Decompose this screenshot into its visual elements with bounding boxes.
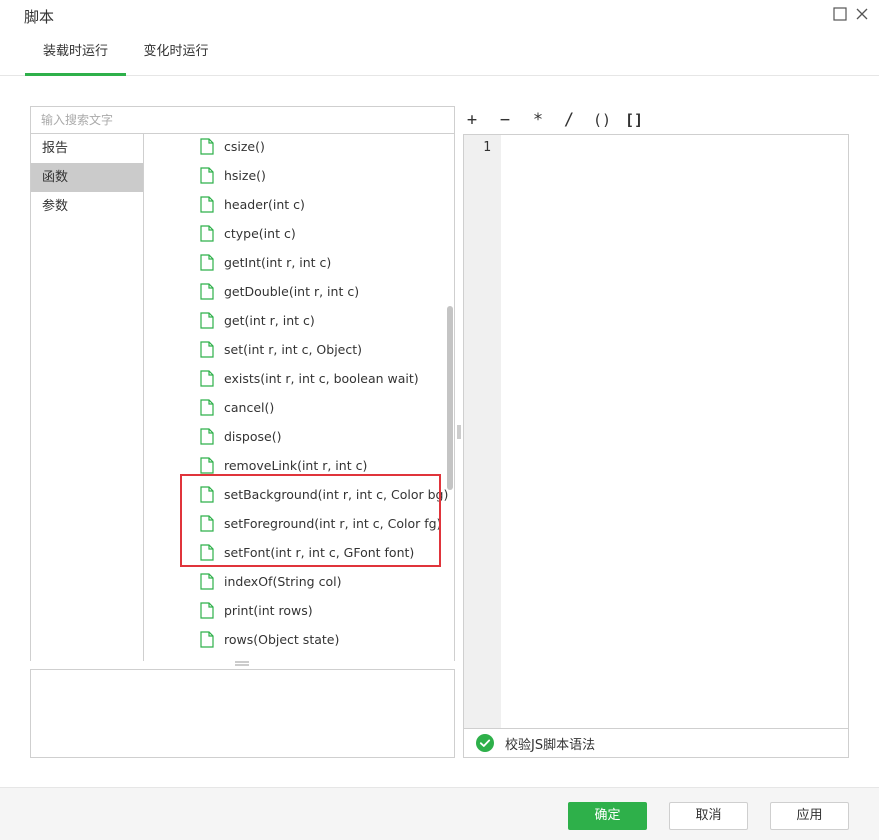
function-label: indexOf(String col): [224, 573, 342, 589]
file-icon: [200, 398, 214, 416]
function-label: csize(): [224, 138, 265, 154]
file-icon: [200, 282, 214, 300]
function-label: removeLink(int r, int c): [224, 457, 368, 473]
resize-handle-icon[interactable]: [234, 661, 250, 667]
file-icon: [200, 340, 214, 358]
function-label: header(int c): [224, 196, 305, 212]
operator-brackets[interactable]: []: [623, 111, 645, 129]
square-icon: [833, 7, 847, 21]
cancel-button[interactable]: 取消: [669, 802, 748, 830]
function-item[interactable]: rows(Object state): [200, 629, 339, 649]
file-icon: [200, 166, 214, 184]
footer: 确定 取消 应用: [0, 787, 879, 840]
line-number: 1: [483, 140, 491, 155]
script-editor[interactable]: 1: [463, 134, 849, 729]
title-bar: 脚本: [0, 0, 879, 34]
maximize-button[interactable]: [832, 6, 848, 22]
operator-toolbar: + − * / () []: [463, 108, 645, 132]
tab-on-change[interactable]: 变化时运行: [126, 34, 226, 76]
function-label: setFont(int r, int c, GFont font): [224, 544, 415, 560]
function-label: get(int r, int c): [224, 312, 315, 328]
tab-on-load[interactable]: 装载时运行: [25, 34, 126, 76]
function-label: dispose(): [224, 428, 282, 444]
apply-button[interactable]: 应用: [770, 802, 849, 830]
code-area[interactable]: [501, 135, 848, 728]
splitter-handle-icon[interactable]: [457, 425, 461, 439]
function-label: exists(int r, int c, boolean wait): [224, 370, 419, 386]
file-icon: [200, 369, 214, 387]
file-icon: [200, 253, 214, 271]
function-item[interactable]: hsize(): [200, 165, 266, 185]
function-item[interactable]: csize(): [200, 136, 265, 156]
scrollbar[interactable]: [445, 134, 454, 661]
check-circle-icon: [476, 734, 494, 752]
close-button[interactable]: [854, 6, 870, 22]
function-label: setForeground(int r, int c, Color fg): [224, 515, 442, 531]
search-input[interactable]: [30, 106, 455, 134]
function-list: csize() hsize() header(int c) ctype(int c) g…: [145, 134, 448, 661]
function-item[interactable]: indexOf(String col): [200, 571, 341, 591]
function-label: ctype(int c): [224, 225, 296, 241]
file-icon: [200, 601, 214, 619]
category-list: 报告 函数 参数: [31, 134, 144, 661]
function-label: getInt(int r, int c): [224, 254, 332, 270]
validate-syntax-button[interactable]: 校验JS脚本语法: [463, 729, 849, 758]
category-report[interactable]: 报告: [31, 134, 143, 163]
close-icon: [856, 8, 868, 20]
file-icon: [200, 572, 214, 590]
file-icon: [200, 514, 214, 532]
dialog-title: 脚本: [24, 8, 55, 26]
validate-label: 校验JS脚本语法: [505, 737, 596, 753]
file-icon: [200, 311, 214, 329]
function-item[interactable]: header(int c): [200, 194, 305, 214]
confirm-button[interactable]: 确定: [568, 802, 647, 830]
function-item[interactable]: print(int rows): [200, 600, 313, 620]
file-icon: [200, 427, 214, 445]
function-item[interactable]: exists(int r, int c, boolean wait): [200, 368, 419, 388]
function-item[interactable]: removeLink(int r, int c): [200, 455, 367, 475]
function-label: cancel(): [224, 399, 275, 415]
tab-bar: 装载时运行 变化时运行: [0, 34, 879, 76]
function-label: print(int rows): [224, 602, 313, 618]
function-item[interactable]: set(int r, int c, Object): [200, 339, 362, 359]
function-item[interactable]: cancel(): [200, 397, 274, 417]
function-label: set(int r, int c, Object): [224, 341, 363, 357]
function-label: getDouble(int r, int c): [224, 283, 360, 299]
operator-minus[interactable]: −: [496, 110, 514, 130]
function-item[interactable]: get(int r, int c): [200, 310, 315, 330]
function-item[interactable]: getInt(int r, int c): [200, 252, 331, 272]
function-label: hsize(): [224, 167, 266, 183]
operator-divide[interactable]: /: [560, 110, 578, 130]
operator-plus[interactable]: +: [463, 110, 481, 130]
function-item[interactable]: dispose(): [200, 426, 281, 446]
category-parameters[interactable]: 参数: [31, 192, 143, 221]
function-item[interactable]: setFont(int r, int c, GFont font): [200, 542, 414, 562]
file-icon: [200, 137, 214, 155]
operator-multiply[interactable]: *: [529, 110, 547, 130]
file-icon: [200, 485, 214, 503]
operator-parentheses[interactable]: (): [591, 111, 613, 129]
line-number-gutter: 1: [464, 135, 501, 728]
function-label: setBackground(int r, int c, Color bg): [224, 486, 449, 502]
file-icon: [200, 195, 214, 213]
function-item[interactable]: ctype(int c): [200, 223, 296, 243]
tree-pane: 报告 函数 参数 csize() hsize() header(int c) ctyp…: [30, 134, 455, 661]
file-icon: [200, 543, 214, 561]
function-label: rows(Object state): [224, 631, 340, 647]
scrollbar-thumb[interactable]: [447, 306, 453, 490]
description-pane: [30, 669, 455, 758]
file-icon: [200, 456, 214, 474]
function-item[interactable]: setBackground(int r, int c, Color bg): [200, 484, 448, 504]
function-item[interactable]: getDouble(int r, int c): [200, 281, 359, 301]
file-icon: [200, 630, 214, 648]
file-icon: [200, 224, 214, 242]
category-functions[interactable]: 函数: [31, 163, 143, 192]
function-item[interactable]: setForeground(int r, int c, Color fg): [200, 513, 441, 533]
